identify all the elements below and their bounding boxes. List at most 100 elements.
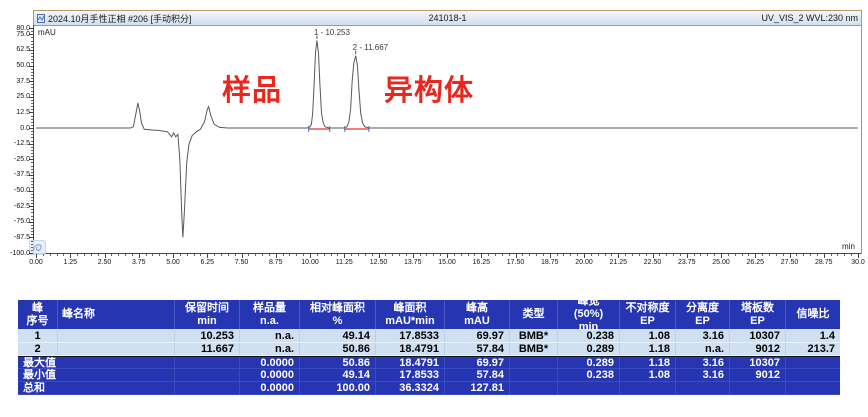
- header-cell: 峰序号: [18, 300, 58, 329]
- x-minor-tick: [488, 254, 489, 256]
- x-tick: [516, 254, 517, 258]
- chromatogram-panel[interactable]: 2024.10月手性正相 #206 [手动积分] 241018-1 UV_VIS…: [0, 0, 868, 272]
- x-minor-tick: [406, 254, 407, 256]
- x-minor-tick: [324, 254, 325, 256]
- x-minor-tick: [221, 254, 222, 256]
- x-minor-tick: [146, 254, 147, 256]
- x-minor-tick: [399, 254, 400, 256]
- header-cell: 信噪比: [786, 300, 840, 329]
- x-minor-tick: [331, 254, 332, 256]
- x-tick: [447, 254, 448, 258]
- x-minor-tick: [385, 254, 386, 256]
- x-minor-tick: [605, 254, 606, 256]
- y-minor-tick: [31, 166, 33, 167]
- y-minor-tick: [31, 181, 33, 182]
- cell: 36.3324: [376, 382, 445, 394]
- y-minor-tick: [31, 234, 33, 235]
- x-minor-tick: [111, 254, 112, 256]
- x-tick-label: 21.25: [602, 259, 634, 266]
- x-minor-tick: [255, 254, 256, 256]
- y-minor-tick: [31, 100, 33, 101]
- table-row[interactable]: 110.253n.a.49.1417.853369.97BMB*0.2381.0…: [18, 330, 840, 343]
- x-tick: [139, 254, 140, 258]
- x-minor-tick: [187, 254, 188, 256]
- cell: 3.16: [676, 330, 730, 342]
- y-tick-label: 0.0: [1, 125, 30, 132]
- x-tick-label: 25.00: [705, 259, 737, 266]
- header-line1: 保留时间: [179, 302, 235, 315]
- x-minor-tick: [598, 254, 599, 256]
- x-minor-tick: [454, 254, 455, 256]
- y-minor-tick: [31, 228, 33, 229]
- y-minor-tick: [31, 72, 33, 73]
- x-tick: [721, 254, 722, 258]
- cell: 0.289: [558, 343, 620, 355]
- cell: 69.97: [445, 330, 510, 342]
- cell: [786, 369, 840, 381]
- y-minor-tick: [31, 62, 33, 63]
- cell: 1.18: [620, 343, 676, 355]
- summary-label: 最小值: [18, 369, 175, 381]
- x-minor-tick: [570, 254, 571, 256]
- x-minor-tick: [125, 254, 126, 256]
- header-cell: 峰名称: [58, 300, 175, 329]
- y-minor-tick: [31, 137, 33, 138]
- x-minor-tick: [810, 254, 811, 256]
- header-line1: 峰名称: [62, 308, 170, 321]
- x-minor-tick: [536, 254, 537, 256]
- y-minor-tick: [31, 169, 33, 170]
- cell: 3.16: [676, 369, 730, 381]
- x-minor-tick: [420, 254, 421, 256]
- y-minor-tick: [31, 119, 33, 120]
- header-line2: EP: [734, 315, 781, 328]
- x-tick: [70, 254, 71, 258]
- header-line1: 峰面积: [380, 302, 440, 315]
- x-minor-tick: [837, 254, 838, 256]
- header-line2: mAU: [449, 315, 505, 328]
- summary-label: 最大值: [18, 357, 175, 368]
- header-line2: EP: [680, 315, 725, 328]
- cell: 57.84: [445, 369, 510, 381]
- x-minor-tick: [365, 254, 366, 256]
- y-minor-tick: [31, 200, 33, 201]
- x-tick-label: 26.25: [739, 259, 771, 266]
- x-tick-label: 27.50: [774, 259, 806, 266]
- x-minor-tick: [735, 254, 736, 256]
- x-tick-label: 6.25: [191, 259, 223, 266]
- annotation-sample: 样品: [222, 67, 282, 109]
- y-minor-tick: [31, 91, 33, 92]
- x-minor-tick: [118, 254, 119, 256]
- y-minor-tick: [31, 225, 33, 226]
- x-tick-label: 2.50: [89, 259, 121, 266]
- x-tick-label: 16.25: [465, 259, 497, 266]
- cell: 1.08: [620, 330, 676, 342]
- y-minor-tick: [31, 219, 33, 220]
- cell: 69.97: [445, 357, 510, 368]
- summary-row: 最大值0.000050.8618.479169.970.2891.183.161…: [18, 356, 840, 369]
- x-minor-tick: [337, 254, 338, 256]
- header-cell: 相对峰面积%: [300, 300, 376, 329]
- cell: [730, 382, 786, 394]
- header-cell: 不对称度EP: [620, 300, 676, 329]
- table-row[interactable]: 211.667n.a.50.8618.479157.84BMB*0.2891.1…: [18, 343, 840, 356]
- y-tick-label: -100.0: [1, 250, 30, 257]
- peak-results-table: 峰序号峰名称保留时间min样品量n.a.相对峰面积%峰面积mAU*min峰高mA…: [18, 300, 840, 395]
- x-minor-tick: [632, 254, 633, 256]
- x-minor-tick: [57, 254, 58, 256]
- y-minor-tick: [31, 37, 33, 38]
- cell: 1: [18, 330, 58, 342]
- header-line2: n.a.: [244, 315, 295, 328]
- x-tick: [481, 254, 482, 258]
- y-minor-tick: [31, 172, 33, 173]
- header-line2: min: [179, 315, 235, 328]
- y-tick-label: 25.0: [1, 93, 30, 100]
- x-tick: [242, 254, 243, 258]
- x-minor-tick: [509, 254, 510, 256]
- x-tick: [413, 254, 414, 258]
- x-minor-tick: [63, 254, 64, 256]
- cell: [510, 369, 558, 381]
- x-minor-tick: [776, 254, 777, 256]
- chromatogram-plot[interactable]: [0, 0, 868, 272]
- y-minor-tick: [31, 244, 33, 245]
- y-minor-tick: [31, 116, 33, 117]
